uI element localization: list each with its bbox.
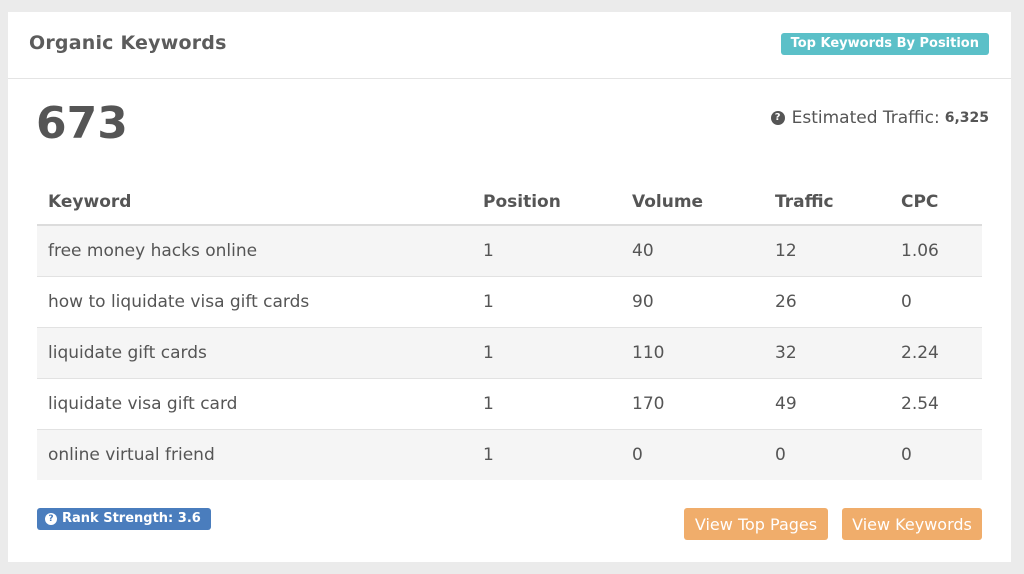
column-header-position: Position: [472, 180, 621, 226]
column-header-volume: Volume: [621, 180, 764, 226]
view-keywords-button[interactable]: View Keywords: [842, 508, 982, 540]
volume-cell: 0: [621, 429, 764, 480]
position-cell: 1: [472, 276, 621, 328]
keyword-cell: liquidate visa gift card: [37, 378, 472, 430]
traffic-cell: 32: [764, 327, 890, 379]
volume-cell: 40: [621, 225, 764, 277]
card-title: Organic Keywords: [29, 32, 227, 54]
top-keywords-badge[interactable]: Top Keywords By Position: [780, 33, 989, 55]
table-row: free money hacks online 1 40 12 1.06: [37, 225, 982, 277]
keyword-cell: how to liquidate visa gift cards: [37, 276, 472, 328]
rank-strength-label: Rank Strength: 3.6: [62, 511, 201, 526]
volume-cell: 90: [621, 276, 764, 328]
keyword-cell: liquidate gift cards: [37, 327, 472, 379]
table-row: how to liquidate visa gift cards 1 90 26…: [37, 276, 982, 328]
column-header-cpc: CPC: [890, 180, 982, 226]
position-cell: 1: [472, 378, 621, 430]
card-header: Organic Keywords Top Keywords By Positio…: [8, 12, 1011, 79]
table-row: liquidate visa gift card 1 170 49 2.54: [37, 378, 982, 430]
estimated-traffic: ? Estimated Traffic: 6,325: [770, 108, 989, 128]
rank-strength-badge[interactable]: ? Rank Strength: 3.6: [37, 508, 211, 530]
table-row: online virtual friend 1 0 0 0: [37, 429, 982, 480]
volume-cell: 170: [621, 378, 764, 430]
question-circle-icon: ?: [45, 512, 57, 525]
volume-cell: 110: [621, 327, 764, 379]
keywords-table: Keyword Position Volume Traffic CPC free…: [37, 180, 982, 480]
estimated-traffic-label: Estimated Traffic:: [791, 108, 940, 128]
traffic-cell: 49: [764, 378, 890, 430]
table-row: liquidate gift cards 1 110 32 2.24: [37, 327, 982, 379]
estimated-traffic-value: 6,325: [944, 110, 989, 126]
traffic-cell: 26: [764, 276, 890, 328]
column-header-traffic: Traffic: [764, 180, 890, 226]
table-header-row: Keyword Position Volume Traffic CPC: [37, 180, 982, 226]
organic-keywords-card: Organic Keywords Top Keywords By Positio…: [8, 12, 1011, 562]
cpc-cell: 2.54: [890, 378, 982, 430]
cpc-cell: 2.24: [890, 327, 982, 379]
keyword-cell: free money hacks online: [37, 225, 472, 277]
keyword-cell: online virtual friend: [37, 429, 472, 480]
cpc-cell: 1.06: [890, 225, 982, 277]
view-top-pages-button[interactable]: View Top Pages: [684, 508, 828, 540]
traffic-cell: 12: [764, 225, 890, 277]
position-cell: 1: [472, 327, 621, 379]
cpc-cell: 0: [890, 276, 982, 328]
column-header-keyword: Keyword: [37, 180, 472, 226]
position-cell: 1: [472, 225, 621, 277]
keyword-count: 673: [36, 98, 128, 149]
question-circle-icon[interactable]: ?: [770, 111, 785, 125]
cpc-cell: 0: [890, 429, 982, 480]
position-cell: 1: [472, 429, 621, 480]
traffic-cell: 0: [764, 429, 890, 480]
